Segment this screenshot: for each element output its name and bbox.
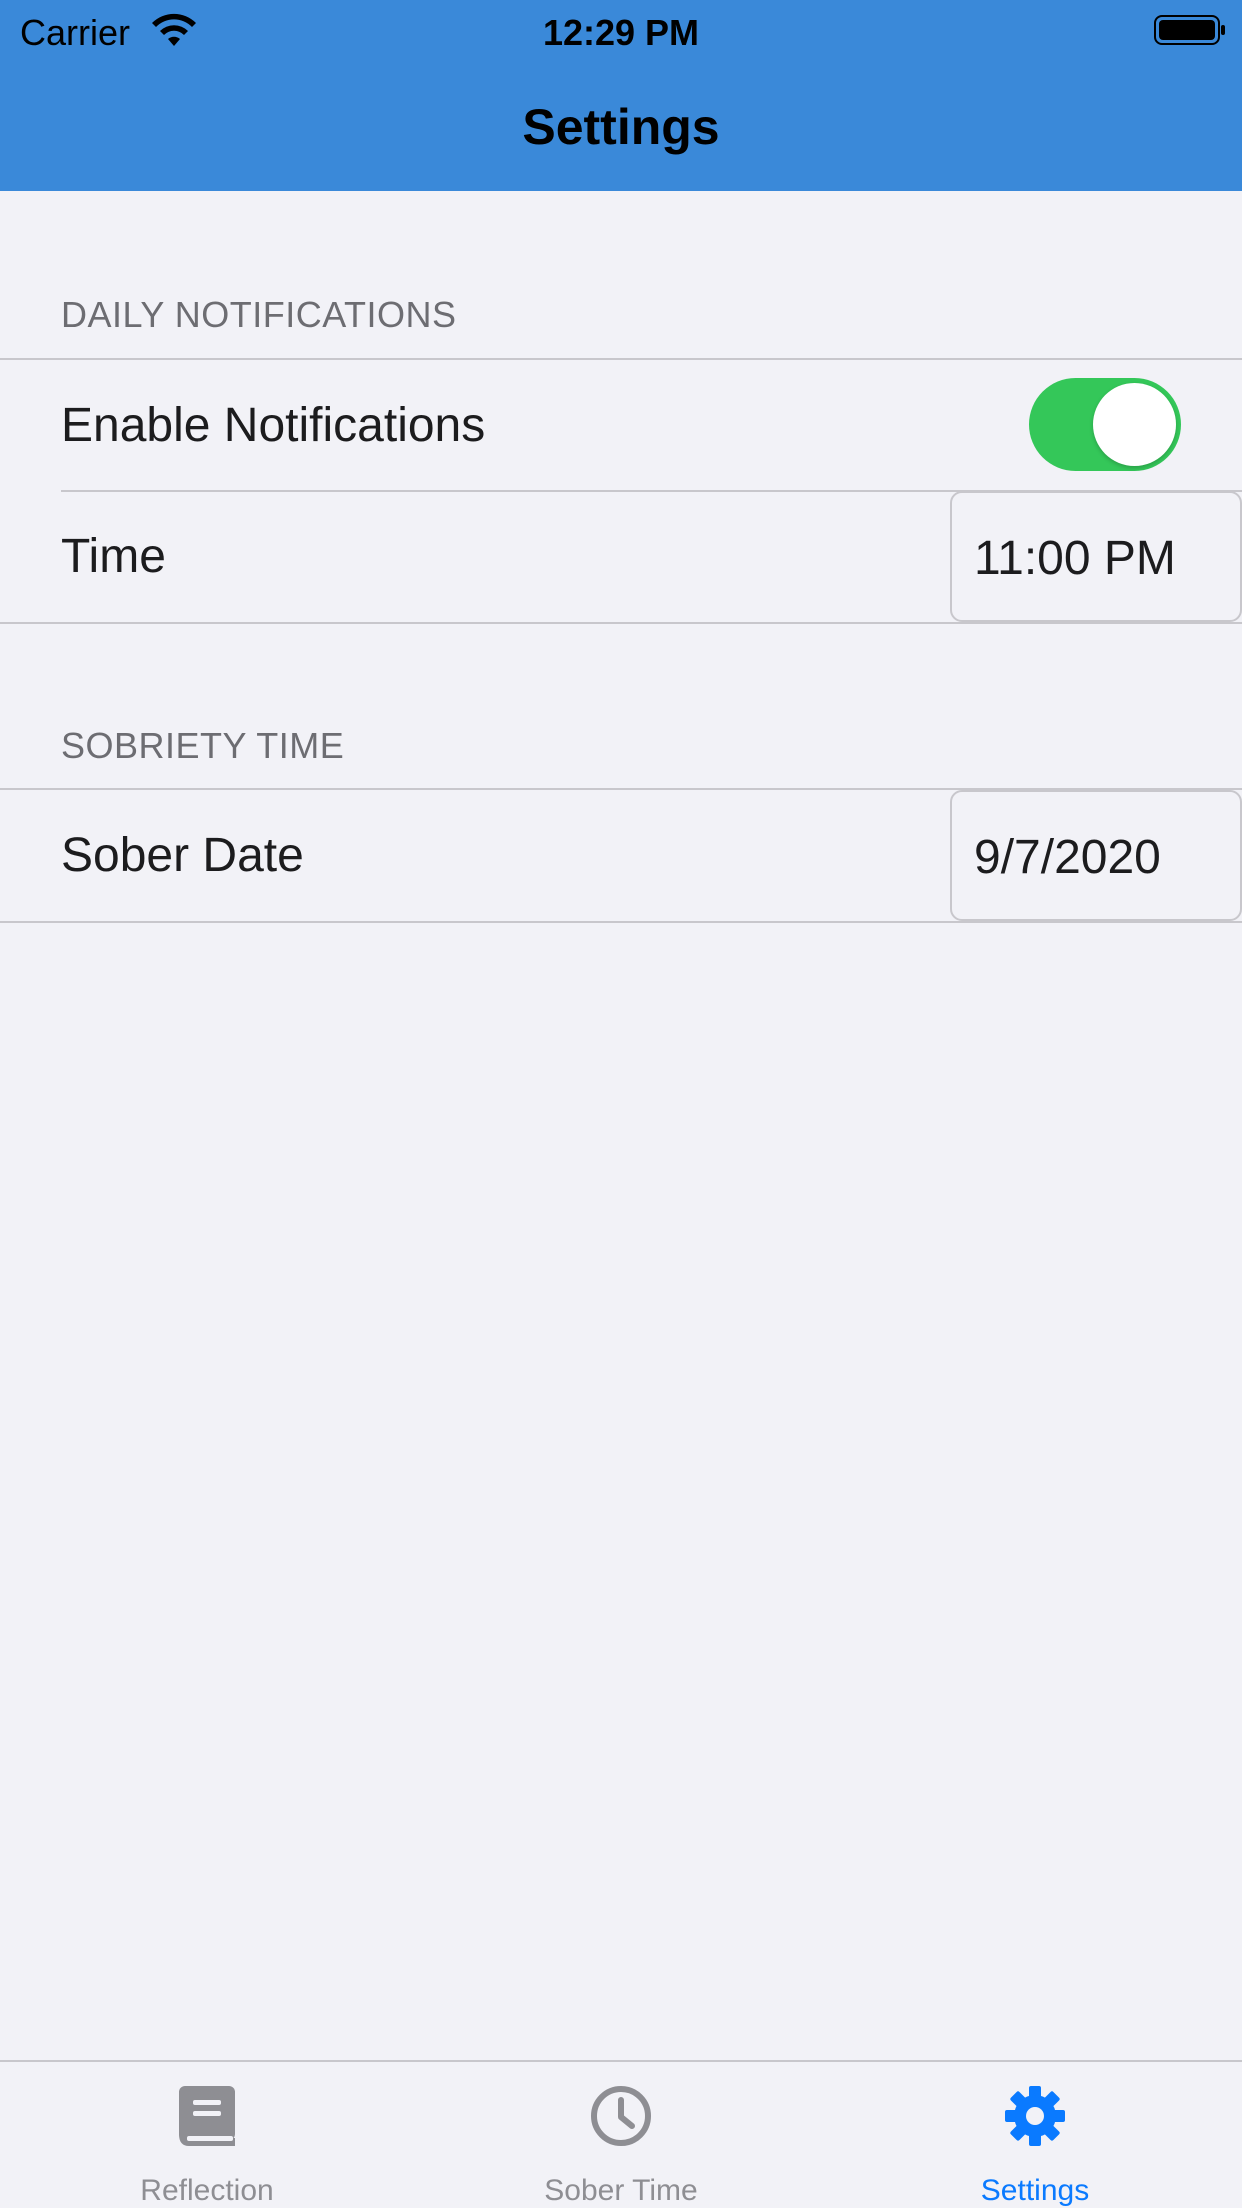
page-title: Settings (522, 99, 720, 155)
clock-icon (591, 2086, 651, 2146)
tab-bar: Reflection Sober Time Settings (0, 2060, 1242, 2208)
time-row: Time 11:00 PM (0, 490, 1242, 622)
sobriety-group: Sober Date 9/7/2020 (0, 788, 1242, 923)
section-header-notifications: DAILY NOTIFICATIONS (61, 294, 457, 335)
gear-icon (1005, 2086, 1065, 2146)
tab-reflection-label: Reflection (140, 2174, 274, 2207)
header: Carrier 12:29 PM Settings (0, 0, 1242, 191)
enable-notifications-row: Enable Notifications (0, 360, 1242, 491)
tab-settings[interactable]: Settings (828, 2062, 1242, 2208)
sober-date-value: 9/7/2020 (974, 831, 1161, 884)
enable-notifications-toggle[interactable] (1029, 378, 1181, 471)
status-bar: Carrier 12:29 PM (0, 0, 1242, 62)
time-value: 11:00 PM (974, 532, 1176, 585)
battery-full-icon (1154, 15, 1225, 45)
book-icon (179, 2086, 235, 2146)
sober-date-picker[interactable]: 9/7/2020 (950, 790, 1242, 921)
section-header-sobriety: SOBRIETY TIME (61, 725, 345, 766)
enable-notifications-label: Enable Notifications (61, 399, 486, 452)
time-picker[interactable]: 11:00 PM (950, 491, 1242, 622)
sober-date-label: Sober Date (61, 829, 304, 882)
sober-date-row: Sober Date 9/7/2020 (0, 790, 1242, 921)
tab-sober-time[interactable]: Sober Time (414, 2062, 828, 2208)
tab-settings-label: Settings (980, 2174, 1090, 2207)
time-label: Time (61, 530, 166, 583)
toggle-knob (1093, 383, 1176, 466)
notifications-group: Enable Notifications Time 11:00 PM (0, 358, 1242, 624)
status-time: 12:29 PM (542, 12, 700, 53)
tab-sober-time-label: Sober Time (544, 2174, 698, 2207)
settings-screen: Carrier 12:29 PM Settings DAILY NOTIFICA… (0, 0, 1242, 2208)
tab-reflection[interactable]: Reflection (0, 2062, 414, 2208)
